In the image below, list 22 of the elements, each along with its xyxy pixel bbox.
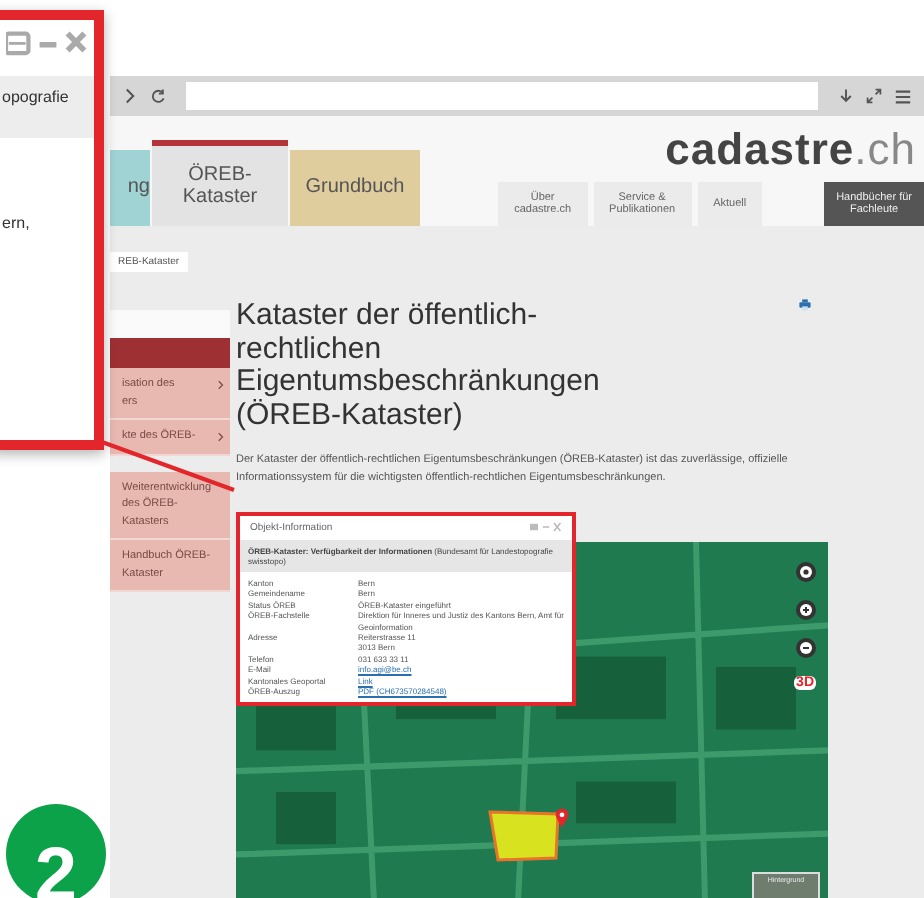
nav-tab[interactable]: ÖREB- Kataster [152, 140, 288, 226]
logo: cadastre.ch [665, 122, 918, 176]
callout-text: opografie [0, 76, 94, 138]
popup-controls-icon [6, 28, 90, 56]
locate-icon[interactable] [795, 561, 816, 582]
callout-text: ern, [0, 214, 32, 232]
page-title: Kataster der öffentlich-rechtlichen Eigentumsbeschränkungen (ÖREB-Kataster) [236, 300, 602, 432]
forward-icon[interactable] [122, 88, 138, 104]
parcel-highlight [488, 809, 560, 862]
menu-icon[interactable] [894, 87, 912, 105]
zoom-in-icon[interactable] [795, 599, 816, 620]
sidebar-panel [110, 310, 230, 338]
fullscreen-icon[interactable] [866, 88, 882, 104]
download-icon[interactable] [838, 88, 854, 104]
zoom-out-icon[interactable] [795, 637, 816, 658]
location-pin-icon [554, 805, 570, 830]
nav-tab[interactable]: Grundbuch [290, 150, 420, 226]
nav-tab[interactable]: ng [110, 150, 150, 226]
reload-icon[interactable] [150, 88, 166, 104]
print-icon[interactable] [798, 298, 812, 312]
address-field[interactable] [186, 82, 818, 110]
sidebar-header [110, 338, 230, 368]
